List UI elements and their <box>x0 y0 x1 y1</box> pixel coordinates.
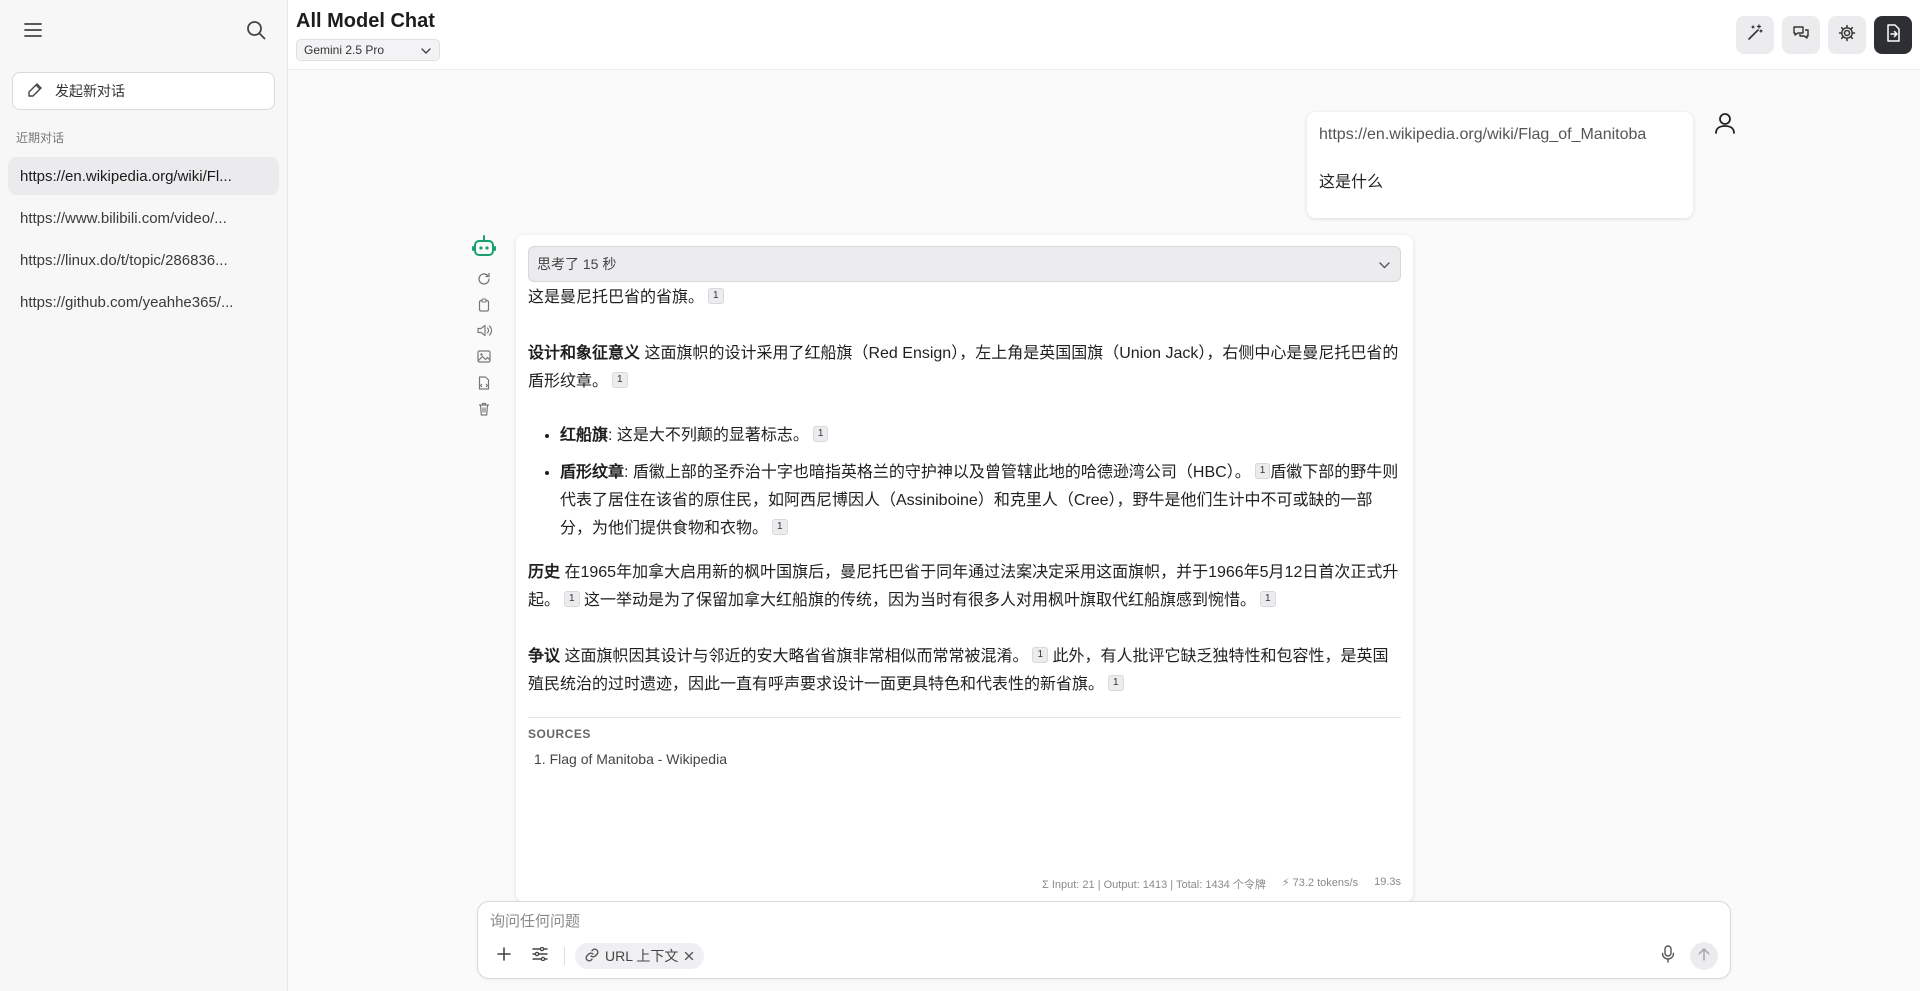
composer: URL 上下文 <box>477 901 1731 979</box>
source-link[interactable]: Flag of Manitoba - Wikipedia <box>550 751 727 767</box>
recent-chats-heading: 近期对话 <box>16 131 65 145</box>
image-icon[interactable] <box>476 348 492 365</box>
tool-separator <box>564 947 565 965</box>
url-context-chip: URL 上下文 <box>575 943 705 969</box>
sidebar-chat-item[interactable]: https://linux.do/t/topic/286836... <box>8 241 279 279</box>
citation-badge[interactable]: 1 <box>1032 647 1049 663</box>
thinking-label: 思考了 15 秒 <box>537 256 617 272</box>
sidebar-chat-item[interactable]: https://en.wikipedia.org/wiki/Fl... <box>8 157 279 195</box>
time-stats: 19.3s <box>1374 876 1401 888</box>
chat-area: https://en.wikipedia.org/wiki/Flag_of_Ma… <box>288 71 1920 991</box>
retry-icon[interactable] <box>476 270 492 287</box>
chat-bubbles-icon <box>1792 24 1810 47</box>
add-attachment-button[interactable] <box>490 942 518 970</box>
header-actions <box>1736 16 1912 54</box>
sources-heading: SOURCES <box>528 727 591 741</box>
assistant-message: 思考了 15 秒 这是曼尼托巴省的省旗。 1 设计和象征意义 这面旗帜的设计采用了… <box>516 235 1413 902</box>
sidebar: 发起新对话 近期对话 https://en.wikipedia.org/wiki… <box>0 0 288 991</box>
user-avatar-icon <box>1713 111 1737 135</box>
citation-badge[interactable]: 1 <box>708 288 724 304</box>
plus-icon <box>497 946 511 966</box>
chevron-down-icon <box>1379 256 1390 272</box>
edit-icon <box>27 82 43 101</box>
settings-button[interactable] <box>1828 16 1866 54</box>
sources-divider <box>528 717 1401 718</box>
controversy-paragraph: 争议 这面旗帜因其设计与邻近的安大略省省旗非常相似而常常被混淆。 1 此外，有人批… <box>528 643 1401 699</box>
list-item-title: 红船旗 <box>560 427 609 444</box>
intro-text: 这是曼尼托巴省的省旗。 <box>528 289 705 306</box>
close-icon[interactable] <box>684 951 694 961</box>
design-text: 这面旗帜的设计采用了红船旗（Red Ensign），左上角是英国国旗（Union… <box>528 345 1399 390</box>
source-item: 1. Flag of Manitoba - Wikipedia <box>528 751 1401 767</box>
speaker-icon[interactable] <box>476 322 492 339</box>
magic-wand-button[interactable] <box>1736 16 1774 54</box>
gear-icon <box>1838 24 1856 47</box>
list-item: 盾形纹章: 盾徽上部的圣乔治十字也暗指英格兰的守护神以及曾管辖此地的哈德逊湾公司… <box>560 459 1401 543</box>
microphone-icon <box>1661 944 1675 968</box>
user-message: https://en.wikipedia.org/wiki/Flag_of_Ma… <box>1307 112 1693 218</box>
answer-intro: 这是曼尼托巴省的省旗。 1 <box>528 284 1401 312</box>
controversy-heading: 争议 <box>528 648 561 665</box>
sliders-icon <box>532 946 548 966</box>
citation-badge[interactable]: 1 <box>612 372 628 388</box>
history-paragraph: 历史 在1965年加拿大启用新的枫叶国旗后，曼尼托巴省于同年通过法案决定采用这面… <box>528 559 1401 615</box>
speed-stats: ⚡ 73.2 tokens/s <box>1281 877 1359 889</box>
chip-label: URL 上下文 <box>605 948 679 964</box>
composer-tools: URL 上下文 <box>490 942 705 970</box>
trash-icon[interactable] <box>476 400 492 417</box>
list-item-title: 盾形纹章 <box>560 464 625 481</box>
thinking-toggle[interactable]: 思考了 15 秒 <box>528 246 1401 282</box>
message-input[interactable] <box>490 910 1690 932</box>
citation-badge[interactable]: 1 <box>1260 591 1276 607</box>
chevron-down-icon <box>421 43 431 57</box>
source-number: 1. <box>534 751 546 767</box>
history-text: 这一举动是为了保留加拿大红船旗的传统，因为当时有很多人对用枫叶旗取代红船旗感到惋… <box>584 592 1257 609</box>
recent-chats-list: https://en.wikipedia.org/wiki/Fl... http… <box>0 157 287 321</box>
citation-badge[interactable]: 1 <box>812 426 829 442</box>
token-stats: Σ Input: 21 | Output: 1413 | Total: 1434… <box>1041 879 1266 891</box>
scenarios-button[interactable] <box>1782 16 1820 54</box>
sidebar-top <box>0 0 287 60</box>
sidebar-chat-item[interactable]: https://www.bilibili.com/video/... <box>8 199 279 237</box>
citation-badge[interactable]: 1 <box>1108 675 1124 691</box>
citation-badge[interactable]: 1 <box>564 591 580 607</box>
bot-avatar-icon <box>472 235 496 257</box>
design-heading: 设计和象征意义 <box>528 345 641 362</box>
new-chat-label: 发起新对话 <box>55 83 125 99</box>
microphone-button[interactable] <box>1654 942 1682 970</box>
export-button[interactable] <box>1874 16 1912 54</box>
copy-icon[interactable] <box>476 296 492 313</box>
search-icon[interactable] <box>243 17 269 43</box>
list-item-text: : 这是大不列颠的显著标志。 <box>608 427 809 444</box>
detail-list: 红船旗: 这是大不列颠的显著标志。1 盾形纹章: 盾徽上部的圣乔治十字也暗指英格… <box>528 422 1401 543</box>
send-button[interactable] <box>1690 942 1718 970</box>
user-message-text: 这是什么 <box>1319 174 1384 191</box>
model-select[interactable]: Gemini 2.5 Pro <box>296 39 440 61</box>
list-item: 红船旗: 这是大不列颠的显著标志。1 <box>560 422 1401 450</box>
composer-right-actions <box>1654 942 1718 970</box>
message-stats: Σ Input: 21 | Output: 1413 | Total: 1434… <box>1042 876 1401 892</box>
tools-button[interactable] <box>526 942 554 970</box>
export-html-icon[interactable] <box>476 374 492 391</box>
app-title: All Model Chat <box>296 10 435 32</box>
history-heading: 历史 <box>528 564 561 581</box>
export-icon <box>1885 23 1901 47</box>
citation-badge[interactable]: 1 <box>772 519 788 535</box>
sidebar-chat-item[interactable]: https://github.com/yeahhe365/... <box>8 283 279 321</box>
design-paragraph: 设计和象征意义 这面旗帜的设计采用了红船旗（Red Ensign），左上角是英国… <box>528 340 1401 396</box>
controversy-text: 这面旗帜因其设计与邻近的安大略省省旗非常相似而常常被混淆。 <box>564 648 1029 665</box>
magic-wand-icon <box>1746 23 1764 47</box>
message-actions <box>476 270 492 417</box>
arrow-up-icon <box>1698 947 1710 966</box>
list-item-text: : 盾徽上部的圣乔治十字也暗指英格兰的守护神以及曾管辖此地的哈德逊湾公司（HBC… <box>624 464 1251 481</box>
menu-icon[interactable] <box>20 17 46 43</box>
new-chat-button[interactable]: 发起新对话 <box>12 72 275 110</box>
link-icon <box>585 948 599 965</box>
model-name: Gemini 2.5 Pro <box>304 43 385 57</box>
citation-badge[interactable]: 1 <box>1254 463 1271 479</box>
header: All Model Chat Gemini 2.5 Pro <box>288 0 1920 70</box>
user-message-url: https://en.wikipedia.org/wiki/Flag_of_Ma… <box>1319 126 1647 143</box>
